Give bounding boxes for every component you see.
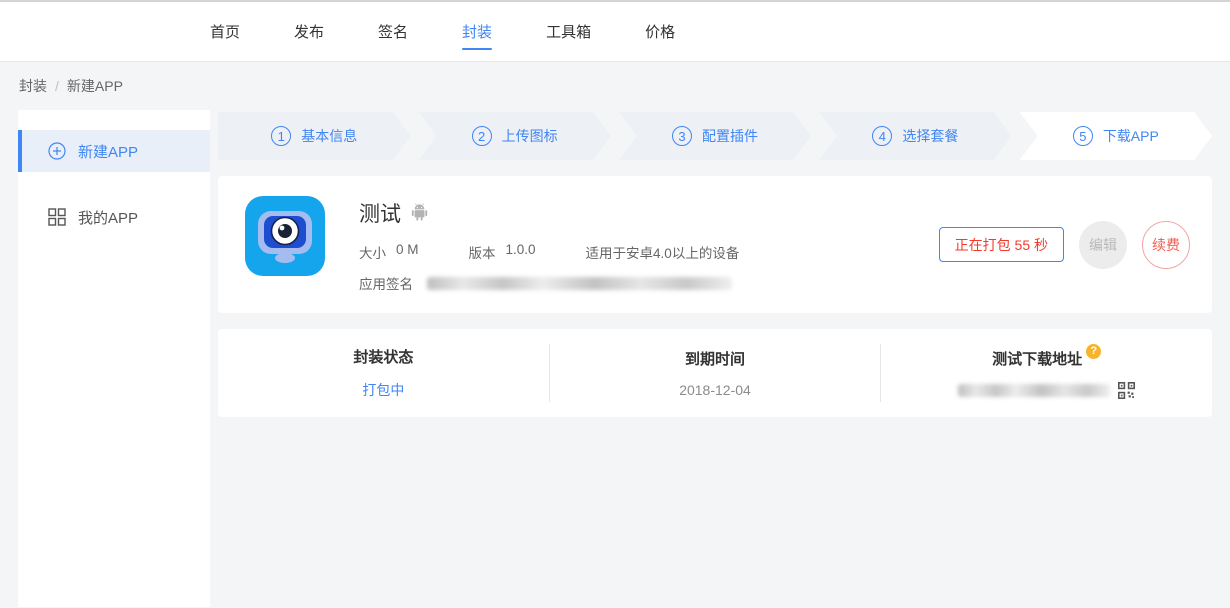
help-coin-icon[interactable]: ? — [1086, 344, 1101, 359]
renew-button[interactable]: 续费 — [1142, 221, 1190, 269]
step-select-plan[interactable]: 4 选择套餐 — [819, 112, 1011, 160]
expiry-value: 2018-12-04 — [679, 382, 751, 398]
step-upload-icon[interactable]: 2 上传图标 — [418, 112, 610, 160]
breadcrumb-current: 新建APP — [67, 76, 123, 96]
download-url-redacted — [958, 384, 1110, 397]
package-status-title: 封装状态 — [353, 346, 413, 367]
app-info: 测试 — [359, 196, 739, 293]
step-number-badge: 5 — [1073, 126, 1093, 146]
breadcrumb: 封装 / 新建APP — [0, 62, 1230, 110]
expiry-column: 到期时间 2018-12-04 — [550, 348, 881, 398]
nav-item-toolbox[interactable]: 工具箱 — [546, 2, 591, 61]
package-status-value[interactable]: 打包中 — [362, 380, 404, 400]
size-label: 大小 — [359, 242, 386, 262]
packing-status-button[interactable]: 正在打包 55 秒 — [939, 227, 1064, 262]
app-signature-row: 应用签名 — [359, 273, 739, 293]
edit-button[interactable]: 编辑 — [1079, 221, 1127, 269]
step-label: 配置插件 — [702, 126, 758, 146]
step-number-badge: 4 — [872, 126, 892, 146]
expiry-title: 到期时间 — [685, 348, 745, 369]
download-url-title: 测试下载地址 — [992, 348, 1082, 369]
top-bar: 首页 发布 签名 封装 工具箱 价格 — [0, 0, 1230, 62]
sidebar-item-label: 新建APP — [78, 141, 138, 162]
step-configure-plugins[interactable]: 3 配置插件 — [619, 112, 811, 160]
main-panel: 1 基本信息 2 上传图标 3 配置插件 4 选择套餐 5 下载APP — [218, 110, 1212, 607]
step-label: 上传图标 — [502, 126, 558, 146]
nav-item-signature[interactable]: 签名 — [378, 2, 408, 61]
step-number-badge: 2 — [472, 126, 492, 146]
compat-text: 适用于安卓4.0以上的设备 — [586, 242, 740, 262]
download-url-column: 测试下载地址 ? — [881, 348, 1212, 399]
step-basic-info[interactable]: 1 基本信息 — [218, 112, 410, 160]
wizard-stepper: 1 基本信息 2 上传图标 3 配置插件 4 选择套餐 5 下载APP — [218, 112, 1212, 160]
sidebar-item-my-apps[interactable]: 我的APP — [18, 196, 210, 238]
grid-icon — [48, 208, 66, 226]
qr-code-icon[interactable] — [1118, 382, 1135, 399]
main-nav: 首页 发布 签名 封装 工具箱 价格 — [210, 2, 675, 61]
app-signature-redacted — [427, 277, 732, 290]
app-card: 测试 — [218, 176, 1212, 313]
step-download-app[interactable]: 5 下载APP — [1020, 112, 1212, 160]
step-label: 选择套餐 — [902, 126, 958, 146]
step-label: 下载APP — [1103, 126, 1159, 146]
app-actions: 正在打包 55 秒 编辑 续费 — [939, 221, 1190, 269]
sidebar: 新建APP 我的APP — [18, 110, 210, 607]
step-number-badge: 1 — [271, 126, 291, 146]
sidebar-item-label: 我的APP — [78, 207, 138, 228]
nav-item-home[interactable]: 首页 — [210, 2, 240, 61]
version-label: 版本 — [469, 242, 496, 262]
content-layout: 新建APP 我的APP 1 基本信息 2 上传图标 — [0, 110, 1230, 607]
nav-item-pricing[interactable]: 价格 — [645, 2, 675, 61]
signature-label: 应用签名 — [359, 273, 413, 293]
android-icon — [411, 202, 428, 224]
nav-item-publish[interactable]: 发布 — [294, 2, 324, 61]
breadcrumb-separator: / — [55, 78, 59, 94]
breadcrumb-section[interactable]: 封装 — [19, 76, 47, 96]
app-meta-row: 大小 0 M 版本 1.0.0 适用于安卓4.0以上的设备 — [359, 242, 739, 262]
size-value: 0 M — [396, 242, 419, 262]
nav-item-package[interactable]: 封装 — [462, 2, 492, 61]
app-name: 测试 — [359, 198, 401, 228]
app-icon — [245, 196, 325, 276]
package-status-column: 封装状态 打包中 — [218, 346, 549, 400]
step-number-badge: 3 — [672, 126, 692, 146]
plus-circle-icon — [48, 142, 66, 160]
sidebar-item-new-app[interactable]: 新建APP — [18, 130, 210, 172]
step-label: 基本信息 — [301, 126, 357, 146]
status-card: 封装状态 打包中 到期时间 2018-12-04 测试下载地址 ? — [218, 329, 1212, 417]
version-value: 1.0.0 — [506, 242, 536, 262]
